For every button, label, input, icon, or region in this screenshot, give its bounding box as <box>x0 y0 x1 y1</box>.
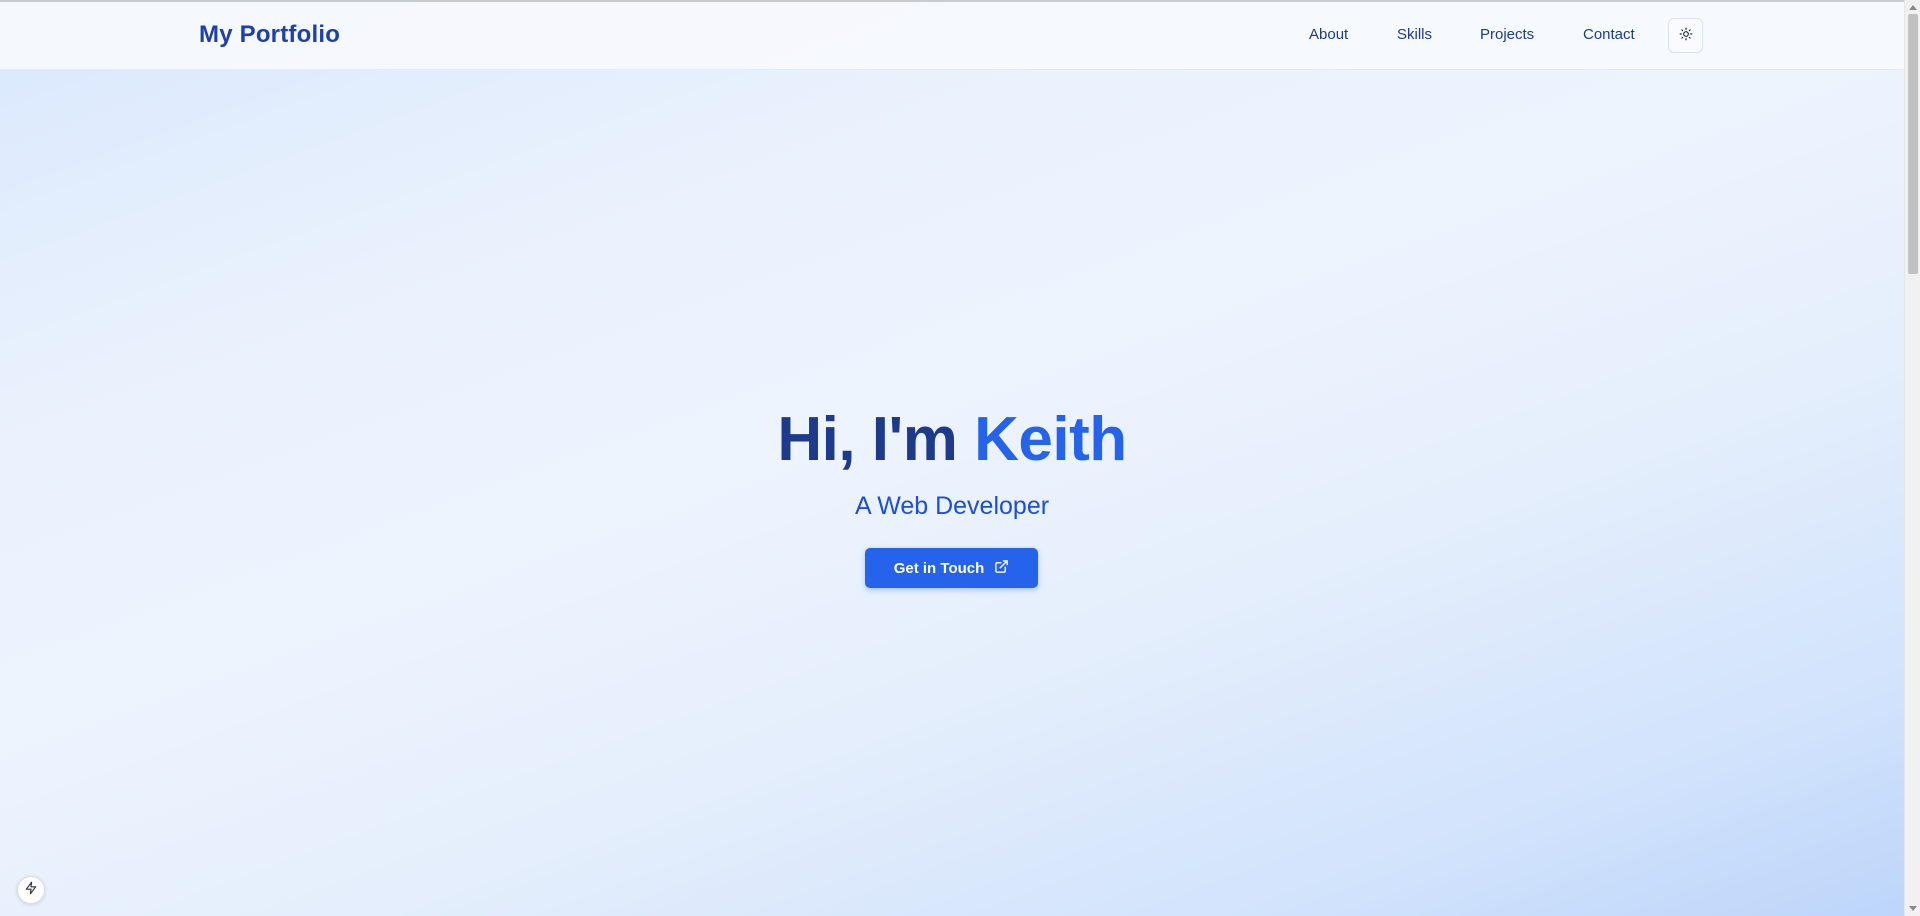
lightning-icon <box>24 881 38 900</box>
hero-greeting: Hi, I'm <box>777 405 975 474</box>
get-in-touch-button[interactable]: Get in Touch <box>865 548 1038 588</box>
nav-link-about[interactable]: About <box>1309 25 1348 45</box>
scrollbar-thumb[interactable] <box>1908 14 1918 274</box>
hero-section: Hi, I'm Keith A Web Developer Get in Tou… <box>0 70 1904 916</box>
dev-tools-badge[interactable] <box>17 876 45 904</box>
nav-link-projects[interactable]: Projects <box>1480 25 1534 45</box>
external-link-icon <box>994 559 1009 578</box>
get-in-touch-label: Get in Touch <box>893 559 985 577</box>
navbar: My Portfolio About Skills Projects Conta… <box>0 2 1904 70</box>
sun-icon <box>1679 27 1693 44</box>
vertical-scrollbar[interactable] <box>1904 0 1920 916</box>
theme-toggle-button[interactable] <box>1668 18 1703 53</box>
nav-link-contact[interactable]: Contact <box>1583 25 1635 45</box>
hero-title: Hi, I'm Keith <box>0 404 1904 476</box>
hero-subtitle: A Web Developer <box>854 492 1050 520</box>
scroll-up-arrow-icon[interactable] <box>1909 5 1917 10</box>
scroll-down-arrow-icon[interactable] <box>1909 906 1917 911</box>
nav-link-skills[interactable]: Skills <box>1397 25 1432 45</box>
brand-logo[interactable]: My Portfolio <box>199 21 340 49</box>
hero-name: Keith <box>974 405 1127 474</box>
